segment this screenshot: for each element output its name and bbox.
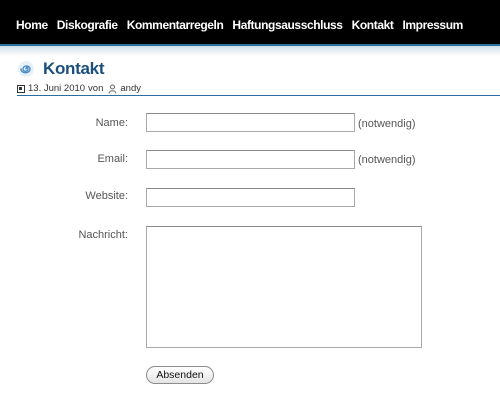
post-meta: 13. Juni 2010 von andy	[17, 82, 500, 95]
message-field[interactable]	[146, 226, 422, 348]
nav-item-diskografie[interactable]: Diskografie	[57, 18, 118, 32]
header-divider	[17, 95, 500, 96]
nav-item-kontakt[interactable]: Kontakt	[352, 18, 394, 32]
header-gradient	[0, 46, 500, 56]
nav-item-impressum[interactable]: Impressum	[402, 18, 463, 32]
post-by-label: von	[88, 83, 104, 94]
nav-item-haftungsausschluss[interactable]: Haftungsausschluss	[232, 18, 343, 32]
top-navigation: Home Diskografie Kommentarregeln Haftung…	[0, 0, 500, 46]
spiral-icon	[18, 61, 34, 77]
website-field[interactable]	[146, 188, 355, 207]
website-label: Website:	[85, 190, 128, 202]
email-required-hint: (notwendig)	[358, 154, 416, 166]
email-field[interactable]	[146, 150, 355, 169]
calendar-icon	[17, 84, 25, 93]
page-title: Kontakt	[43, 59, 105, 78]
email-label: Email:	[97, 153, 128, 165]
message-label: Nachricht:	[78, 229, 128, 241]
name-required-hint: (notwendig)	[358, 118, 416, 130]
nav-item-kommentarregeln[interactable]: Kommentarregeln	[127, 18, 224, 32]
submit-button[interactable]: Absenden	[146, 366, 214, 384]
name-label: Name:	[95, 117, 128, 129]
post-date: 13. Juni 2010	[28, 83, 86, 94]
post-header: Kontakt	[17, 59, 104, 79]
name-field[interactable]	[146, 113, 355, 132]
post-author[interactable]: andy	[120, 83, 141, 94]
nav-item-home[interactable]: Home	[16, 18, 48, 32]
user-icon	[108, 84, 117, 94]
nav-menu: Home Diskografie Kommentarregeln Haftung…	[16, 18, 472, 32]
